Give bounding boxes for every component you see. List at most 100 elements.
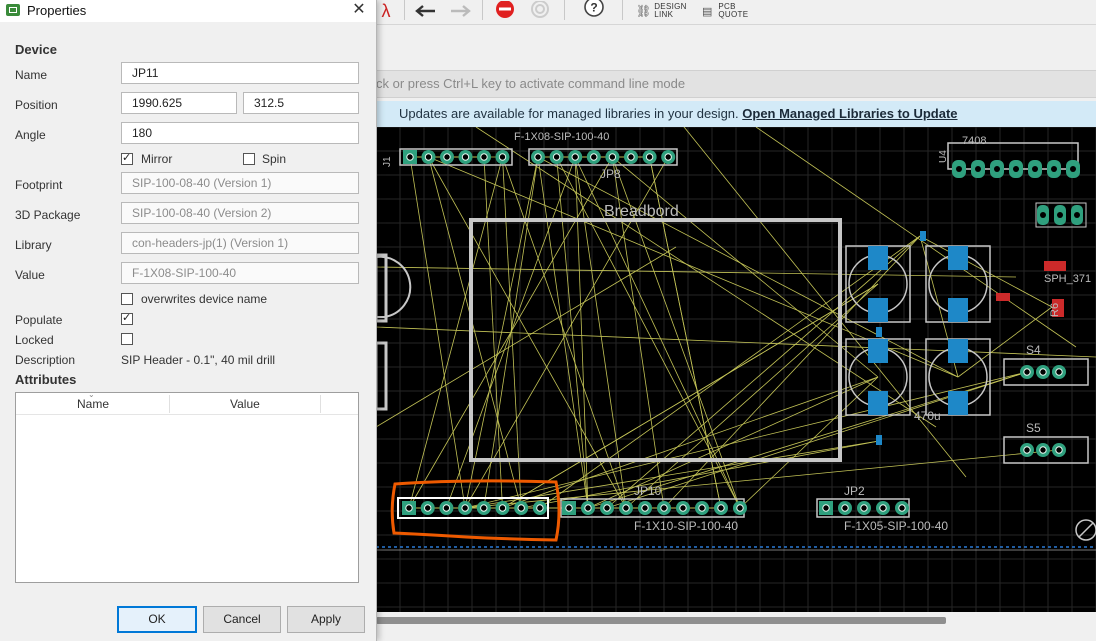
pcb-quote-label-2: QUOTE	[718, 10, 749, 19]
properties-dialog: Properties ✕ Device Name JP11 Position 1…	[0, 0, 377, 641]
attributes-table[interactable]: Name Value ⌄	[15, 390, 359, 583]
description-value: SIP Header - 0.1", 40 mil drill	[121, 353, 276, 367]
pad-hole	[660, 504, 668, 512]
capacitor-pad	[868, 246, 888, 270]
position-y-field[interactable]: 312.5	[243, 92, 359, 114]
scrollbar-thumb[interactable]	[376, 617, 946, 624]
airwire	[556, 156, 589, 509]
r6-label: R6	[1049, 303, 1061, 317]
open-managed-libraries-link[interactable]: Open Managed Libraries to Update	[742, 106, 957, 121]
toolbar-divider	[404, 0, 405, 20]
status-bar	[376, 628, 1096, 641]
toolbar: λ ? ⛓ DESIGN LINK ▤ PCB QUOTE	[376, 0, 1096, 25]
banner-text: Updates are available for managed librar…	[399, 106, 739, 121]
design-link-label-2: LINK	[654, 10, 674, 19]
spin-checkbox[interactable]	[243, 153, 255, 165]
attr-col-value[interactable]: Value	[230, 397, 260, 411]
pad-hole	[1074, 212, 1080, 218]
airwire	[465, 371, 1028, 509]
dialog-titlebar: Properties ✕	[0, 0, 376, 22]
mirror-label: Mirror	[141, 152, 173, 166]
pad-hole	[405, 504, 413, 512]
name-field[interactable]: JP11	[121, 62, 359, 84]
capacitor-pad	[868, 298, 888, 322]
pad-hole	[1040, 212, 1046, 218]
pad-hole	[1032, 166, 1038, 172]
column-divider	[320, 395, 321, 413]
pcb-editor: λ ? ⛓ DESIGN LINK ▤ PCB QUOTE ck or press …	[376, 0, 1096, 641]
component-q[interactable]	[1035, 202, 1087, 228]
horizontal-scrollbar[interactable]	[376, 612, 1096, 628]
pad-hole	[1051, 166, 1057, 172]
app-icon	[6, 4, 20, 16]
pad-hole	[1055, 446, 1063, 454]
overwrites-checkbox[interactable]	[121, 293, 133, 305]
pad-hole	[1023, 446, 1031, 454]
pad-hole	[552, 153, 561, 161]
locked-checkbox[interactable]	[121, 333, 133, 345]
pad-hole	[860, 504, 868, 512]
undo-icon[interactable]	[412, 0, 440, 22]
pad-hole	[1070, 166, 1076, 172]
column-divider	[169, 395, 170, 413]
pad-hole	[517, 504, 525, 512]
switch-s5[interactable]	[1003, 436, 1089, 464]
mirror-checkbox[interactable]	[121, 151, 133, 165]
pcb-canvas[interactable]: Breadbord J1 F-1X08-SIP-100-40 JP8 U4 74…	[376, 127, 1096, 612]
value-field[interactable]: F-1X08-SIP-100-40	[121, 262, 359, 284]
pad-hole	[565, 504, 573, 512]
pad-hole	[956, 166, 962, 172]
footprint-label: Footprint	[15, 178, 63, 192]
pad-hole	[1057, 212, 1063, 218]
stop-icon[interactable]	[493, 0, 517, 22]
package3d-field[interactable]: SIP-100-08-40 (Version 2)	[121, 202, 359, 224]
toolbar-divider	[622, 0, 623, 20]
pad-hole	[641, 504, 649, 512]
pad-hole	[994, 166, 1000, 172]
populate-checkbox[interactable]	[121, 311, 133, 325]
angle-label: Angle	[15, 128, 46, 142]
pad-hole	[443, 153, 451, 161]
footprint-field[interactable]: SIP-100-08-40 (Version 1)	[121, 172, 359, 194]
ok-button[interactable]: OK	[117, 606, 197, 633]
cancel-button[interactable]: Cancel	[203, 606, 281, 633]
s5-label: S5	[1026, 421, 1041, 435]
design-link-button[interactable]: ⛓ DESIGN LINK	[636, 0, 692, 22]
pcb-quote-button[interactable]: ▤ PCB QUOTE	[702, 0, 758, 22]
attr-col-name[interactable]: Name	[77, 397, 109, 411]
redo-icon[interactable]	[446, 0, 474, 22]
populate-label: Populate	[15, 313, 63, 327]
disabled-icon[interactable]	[528, 0, 552, 22]
pad-hole	[461, 504, 469, 512]
library-field[interactable]: con-headers-jp(1) (Version 1)	[121, 232, 359, 254]
pad-hole	[879, 504, 887, 512]
angle-field[interactable]: 180	[121, 122, 359, 144]
spin-label: Spin	[262, 152, 287, 166]
ic-u4[interactable]	[947, 142, 1080, 178]
value-label: Value	[15, 268, 45, 282]
pad-hole	[717, 504, 725, 512]
switch-s4[interactable]	[1003, 358, 1089, 386]
partial-component-outline	[376, 255, 412, 318]
airwire	[502, 376, 879, 509]
capacitor-pad	[948, 391, 968, 415]
position-x-field[interactable]: 1990.625	[121, 92, 237, 114]
apply-button[interactable]: Apply	[287, 606, 365, 633]
jp8-label: JP8	[600, 167, 621, 181]
capacitor-pad	[948, 298, 968, 322]
description-label: Description	[15, 353, 76, 367]
help-icon[interactable]: ?	[582, 0, 606, 22]
command-line-input[interactable]: ck or press Ctrl+L key to activate comma…	[376, 70, 1096, 98]
header-jp2[interactable]	[816, 498, 910, 518]
pad-hole	[1039, 446, 1047, 454]
pad-hole	[622, 504, 630, 512]
close-icon[interactable]: ✕	[350, 0, 368, 22]
s4-label: S4	[1026, 343, 1041, 357]
pad-hole	[584, 504, 592, 512]
pad-hole	[736, 504, 744, 512]
capacitor-pad	[948, 339, 968, 363]
pad-hole	[603, 504, 611, 512]
toolbar-divider	[482, 0, 483, 20]
function-icon[interactable]: λ	[376, 0, 396, 22]
pad-hole	[498, 153, 507, 161]
